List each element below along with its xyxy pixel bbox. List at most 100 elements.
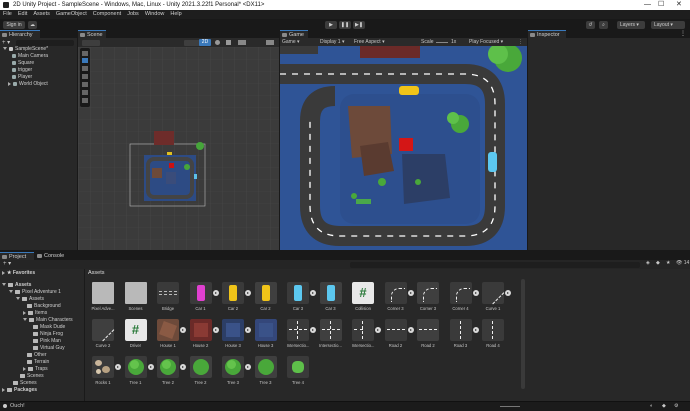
asset-item[interactable]: Curve 1 [481, 281, 514, 312]
scene-canvas[interactable] [78, 47, 279, 250]
asset-item[interactable]: Curve 2 [91, 318, 124, 349]
panel-menu-icon[interactable]: ⋮ [680, 30, 686, 38]
scale-tool-icon[interactable] [82, 74, 88, 79]
rect-tool-icon[interactable] [82, 82, 88, 87]
expand-arrow-icon[interactable] [3, 47, 7, 51]
lighting-icon[interactable] [215, 40, 220, 45]
asset-item[interactable]: Road 4 [482, 319, 514, 349]
tab-scene[interactable]: Scene [78, 30, 106, 38]
scene-root-row[interactable]: SampleScene* [3, 46, 48, 52]
asset-item[interactable]: Tree 2 [189, 356, 222, 386]
collapse-arrow-icon[interactable] [2, 270, 5, 275]
tree-terrain[interactable]: Terrain [27, 359, 49, 365]
hierarchy-item[interactable]: trigger [12, 67, 32, 73]
asset-item[interactable]: Car 2 [254, 282, 287, 312]
tree-virtual-guy[interactable]: Virtual Guy [33, 345, 65, 351]
history-icon[interactable]: ↺ [586, 20, 595, 29]
asset-item[interactable]: Road 2 [417, 319, 449, 349]
expand-sprite-icon[interactable] [212, 327, 219, 333]
gizmos-icon[interactable] [266, 40, 274, 45]
asset-item[interactable]: Pixel Adve... [91, 282, 124, 312]
tree-other[interactable]: Other [27, 352, 47, 358]
tree-pixel-adventure[interactable]: Pixel Adventure 1 [9, 289, 61, 295]
create-icon[interactable]: + ▾ [3, 260, 11, 267]
label-icon[interactable]: ◆ [656, 260, 660, 266]
asset-item[interactable]: Car 3 [287, 282, 319, 312]
project-search-input[interactable] [350, 261, 640, 268]
expand-sprite-icon[interactable] [212, 290, 219, 296]
expand-sprite-icon[interactable] [472, 290, 479, 296]
expand-arrow-icon[interactable] [23, 318, 27, 322]
tree-assets[interactable]: Assets [2, 282, 31, 288]
cloud-icon[interactable]: ☁ [28, 20, 37, 29]
tree-pa-scenes[interactable]: Scenes [20, 373, 44, 379]
asset-item[interactable]: Corner 4 [449, 282, 482, 312]
status-message[interactable]: Ouch! [10, 402, 25, 411]
expand-sprite-icon[interactable] [472, 327, 479, 333]
effects-icon[interactable] [238, 40, 246, 45]
layers-dropdown[interactable]: Layers ▾ [617, 20, 645, 29]
asset-item[interactable]: Road 3 [449, 319, 482, 349]
tree-pink-man[interactable]: Pink Man [33, 338, 61, 344]
tab-game[interactable]: Game [280, 30, 308, 38]
asset-item[interactable]: House 3 [222, 319, 254, 349]
expand-sprite-icon[interactable] [407, 327, 414, 333]
expand-sprite-icon[interactable] [180, 327, 186, 333]
hierarchy-item[interactable]: World Object [8, 81, 48, 87]
asset-item[interactable]: House 2 [189, 319, 222, 349]
expand-arrow-icon[interactable] [2, 283, 6, 287]
asset-item[interactable]: Rocks 1 [92, 356, 124, 386]
handle-dropdown[interactable] [82, 39, 100, 46]
expand-sprite-icon[interactable] [147, 364, 154, 370]
settings-icon[interactable]: ⚙ [674, 402, 678, 411]
step-button[interactable]: ▶❚ [353, 20, 365, 29]
menu-jobs[interactable]: Jobs [127, 10, 139, 19]
hierarchy-item[interactable]: Square [12, 60, 34, 66]
minimize-button[interactable]: — [644, 0, 651, 10]
filter-icon[interactable]: ◈ [646, 260, 650, 266]
asset-item[interactable]: Car 1 [189, 282, 222, 312]
menu-window[interactable]: Window [145, 10, 165, 19]
asset-item[interactable]: Intersectio... [352, 319, 384, 349]
expand-sprite-icon[interactable] [375, 327, 381, 333]
move-tool-icon[interactable] [82, 58, 88, 63]
2d-toggle[interactable]: 2D [199, 39, 211, 46]
expand-sprite-icon[interactable] [245, 290, 251, 296]
expand-arrow-icon[interactable] [9, 290, 13, 294]
asset-item[interactable]: Corner 3 [417, 282, 449, 312]
collapse-arrow-icon[interactable] [8, 81, 11, 86]
tree-pa-assets[interactable]: Assets [16, 296, 44, 302]
tab-hierarchy[interactable]: Hierarchy [0, 30, 40, 38]
collapse-arrow-icon[interactable] [23, 366, 26, 371]
menu-file[interactable]: File [3, 10, 12, 19]
expand-sprite-icon[interactable] [407, 290, 414, 296]
thumbnail-size-slider[interactable] [500, 406, 520, 407]
expand-arrow-icon[interactable] [16, 297, 20, 301]
tree-ninja-frog[interactable]: Ninja Frog [33, 331, 63, 337]
asset-item[interactable]: Scenes [124, 282, 157, 312]
asset-item[interactable]: Intersectio... [287, 319, 319, 349]
close-button[interactable]: ✕ [676, 0, 682, 10]
tab-console[interactable]: Console [35, 252, 69, 260]
asset-item[interactable]: Tree 4 [287, 356, 319, 386]
scale-slider[interactable] [436, 41, 448, 43]
hierarchy-item[interactable]: Player [12, 74, 32, 80]
tab-inspector[interactable]: Inspector [528, 30, 566, 38]
sign-in-button[interactable]: Sign in [3, 20, 25, 29]
asset-item[interactable]: Tree 2 [157, 356, 189, 386]
expand-sprite-icon[interactable] [245, 364, 251, 370]
play-focused-dropdown[interactable]: Play Focused ▾ [469, 38, 503, 46]
search-icon[interactable]: ⌕ [599, 20, 608, 29]
expand-sprite-icon[interactable] [115, 364, 121, 370]
expand-sprite-icon[interactable] [310, 327, 316, 333]
asset-item[interactable]: Intersectio... [319, 319, 352, 349]
menu-edit[interactable]: Edit [18, 10, 27, 19]
display-dropdown[interactable]: Display 1 ▾ [320, 38, 344, 46]
expand-sprite-icon[interactable] [505, 290, 511, 296]
asset-item[interactable]: Road 2 [384, 319, 417, 349]
tree-items[interactable]: Items [23, 310, 47, 316]
maximize-button[interactable]: ☐ [658, 0, 664, 10]
collapse-arrow-icon[interactable] [2, 387, 5, 392]
play-button[interactable]: ▶ [325, 20, 337, 29]
game-canvas[interactable] [280, 46, 527, 250]
